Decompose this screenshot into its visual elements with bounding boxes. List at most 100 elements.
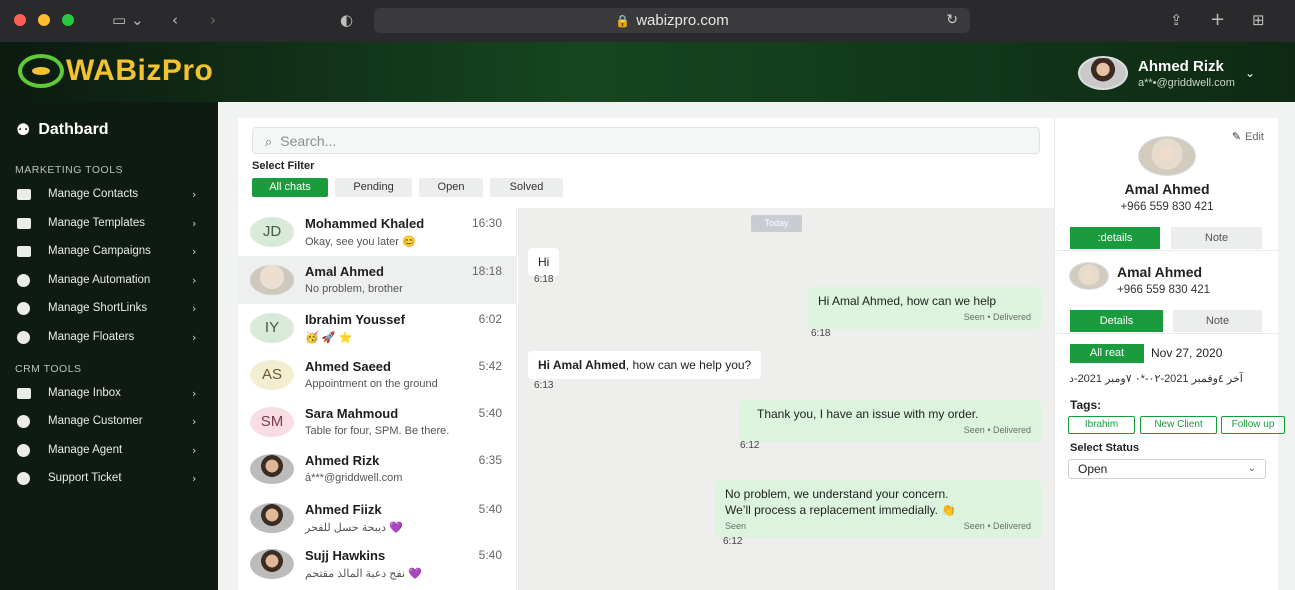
message-time: 6:18 <box>534 274 554 285</box>
sidebar-item-shortlinks[interactable]: Manage ShortLinks › <box>0 295 218 321</box>
chat-time: 5:40 <box>478 548 502 562</box>
chat-contact-name: Sara Mahmoud <box>305 406 399 421</box>
privacy-shield-icon[interactable]: ◐ <box>340 11 353 29</box>
chat-preview: 🥳 🚀 ⭐ <box>305 332 353 344</box>
dashboard-icon: ⚉ <box>16 120 31 139</box>
filter-open[interactable]: Open <box>419 178 483 197</box>
sidebar-item-customer[interactable]: Manage Customer › <box>0 408 218 434</box>
chat-preview: Table for four, SPM. Be there. <box>305 425 450 437</box>
sidebar-item-inbox[interactable]: Manage Inbox › <box>0 380 218 406</box>
sidebar-item-contacts[interactable]: Manage Contacts › <box>0 181 218 207</box>
brand-logo[interactable]: WABizPro <box>18 54 213 88</box>
logo-mark-icon <box>18 54 64 88</box>
chat-list-item[interactable]: IY Ibrahim Youssef 6:02 🥳 🚀 ⭐ <box>238 304 516 352</box>
share-icon[interactable]: ⇪ <box>1170 11 1183 29</box>
filter-solved[interactable]: Solved <box>490 178 563 197</box>
chat-list-item[interactable]: AS Ahmed Saeed 5:42 Appointment on the g… <box>238 351 516 399</box>
message-status-row: Seen Seen • Delivered <box>725 521 1031 531</box>
back-icon[interactable]: ‹ <box>172 11 178 29</box>
search-icon: ⌕ <box>265 135 273 150</box>
contact-phone-secondary: +966 559 830 421 <box>1117 284 1211 296</box>
ticket-icon <box>17 471 30 485</box>
sidebar-toggle-icon[interactable]: ▭ ⌄ <box>112 11 144 29</box>
chevron-right-icon: › <box>192 187 197 201</box>
contact-initials-avatar: IY <box>250 313 294 343</box>
new-tab-icon[interactable]: + <box>1210 9 1225 30</box>
chevron-down-icon: ⌄ <box>1247 463 1256 474</box>
chat-list-item[interactable]: Ahmed Rizk 6:35 á***@griddwell.com <box>238 445 516 493</box>
chat-list-item[interactable]: JD Mohammed Khaled 16:30 Okay, see you l… <box>238 208 516 256</box>
chat-preview: Appointment on the ground <box>305 378 438 390</box>
agent-icon <box>17 443 30 457</box>
message-time: 6:12 <box>723 536 743 547</box>
brand-name: WABizPro <box>66 54 214 87</box>
chat-list-item[interactable]: Ahmed Fiizk 5:40 ديبحة حسل للفحر 💜 <box>238 494 516 542</box>
message-status: Seen • Delivered <box>963 521 1031 531</box>
sidebar-item-label: Manage Customer <box>48 415 143 427</box>
filter-pending[interactable]: Pending <box>335 178 412 197</box>
chevron-right-icon: › <box>192 216 197 230</box>
user-profile-menu[interactable]: Ahmed Rizk a**•@griddwell.com ⌄ <box>1077 56 1255 90</box>
chevron-right-icon: › <box>192 443 197 457</box>
chat-contact-name: Ahmed Rizk <box>305 453 380 468</box>
chat-list-item-selected[interactable]: Amal Ahmed 18:18 No problem, brother <box>238 256 516 304</box>
sidebar-item-campaigns[interactable]: Manage Campaigns › <box>0 238 218 264</box>
chat-time: 16:30 <box>471 216 502 230</box>
chat-list-item[interactable]: SM Sara Mahmoud 5:40 Table for four, SPM… <box>238 398 516 446</box>
sidebar-item-label: Manage Agent <box>48 444 123 456</box>
minimize-window-button[interactable] <box>38 14 50 26</box>
tag-chip[interactable]: New Client <box>1140 416 1217 434</box>
address-bar[interactable]: 🔒 wabizpro.com ↻ <box>374 8 970 33</box>
inbox-icon <box>17 387 31 399</box>
shortlinks-icon <box>17 301 30 315</box>
filter-label: Select Filter <box>252 160 315 172</box>
search-input[interactable]: ⌕ Search... <box>252 127 1040 154</box>
tab-details[interactable]: :details <box>1070 227 1160 249</box>
chat-preview: ديبحة حسل للفحر 💜 <box>305 522 403 534</box>
chat-list-item[interactable]: Sujj Hawkins 5:40 نفج دعبة المالذ مقتحم … <box>238 540 516 588</box>
contact-initials-avatar: SM <box>250 407 294 437</box>
tag-chip[interactable]: Follow up <box>1221 416 1285 434</box>
message-text-line: We’ll process a replacement immedially. … <box>725 503 957 517</box>
reload-icon[interactable]: ↻ <box>946 8 958 33</box>
all-read-button[interactable]: All reat <box>1070 344 1144 363</box>
tab-overview-icon[interactable]: ⊞ <box>1252 11 1265 29</box>
chevron-right-icon: › <box>192 273 197 287</box>
filter-all-chats[interactable]: All chats <box>252 178 328 197</box>
contact-avatar-small <box>1069 262 1109 290</box>
chat-contact-name: Amal Ahmed <box>305 264 384 279</box>
chat-contact-name: Mohammed Khaled <box>305 216 425 231</box>
message-seen: Seen <box>725 521 747 531</box>
tab-note[interactable]: Note <box>1171 227 1262 249</box>
sidebar-item-label: Manage Templates <box>48 217 145 229</box>
forward-icon[interactable]: › <box>210 11 216 29</box>
app-header: WABizPro Ahmed Rizk a**•@griddwell.com ⌄ <box>0 42 1295 102</box>
tab-details-secondary[interactable]: Details <box>1070 310 1163 332</box>
tag-chip[interactable]: Ibrahim <box>1068 416 1135 434</box>
sidebar-item-label: Manage ShortLinks <box>48 302 148 314</box>
browser-toolbar: ▭ ⌄ ‹ › ◐ 🔒 wabizpro.com ↻ ⇪ + ⊞ <box>0 0 1295 42</box>
sidebar-item-agent[interactable]: Manage Agent › <box>0 437 218 463</box>
date-divider: Today <box>751 215 802 232</box>
chat-time: 5:42 <box>478 359 502 373</box>
tab-note-secondary[interactable]: Note <box>1173 310 1262 332</box>
chat-contact-name: Ahmed Saeed <box>305 359 391 374</box>
maximize-window-button[interactable] <box>62 14 74 26</box>
sidebar-item-templates[interactable]: Manage Templates › <box>0 210 218 236</box>
close-window-button[interactable] <box>14 14 26 26</box>
sidebar-item-support-ticket[interactable]: Support Ticket › <box>0 465 218 491</box>
chat-list: JD Mohammed Khaled 16:30 Okay, see you l… <box>238 208 517 590</box>
contacts-icon <box>17 188 31 200</box>
chevron-right-icon: › <box>192 330 197 344</box>
edit-button[interactable]: ✎ Edit <box>1232 130 1264 143</box>
inbox-panel: ⌕ Search... Select Filter All chats Pendi… <box>238 118 1285 590</box>
campaigns-icon <box>17 245 31 257</box>
sidebar-item-floaters[interactable]: Manage Floaters › <box>0 324 218 350</box>
status-select[interactable]: Open ⌄ <box>1068 459 1266 479</box>
section-marketing-tools: MARKETING TOOLS <box>15 164 124 176</box>
dashboard-link[interactable]: ⚉ Dathbard <box>16 120 109 139</box>
sidebar: ⚉ Dathbard MARKETING TOOLS Manage Contac… <box>0 102 218 590</box>
outgoing-message: Hi Amal Ahmed, how can we help Seen • De… <box>808 287 1041 329</box>
sidebar-item-automation[interactable]: Manage Automation › <box>0 267 218 293</box>
user-email: a**•@griddwell.com <box>1137 76 1235 89</box>
